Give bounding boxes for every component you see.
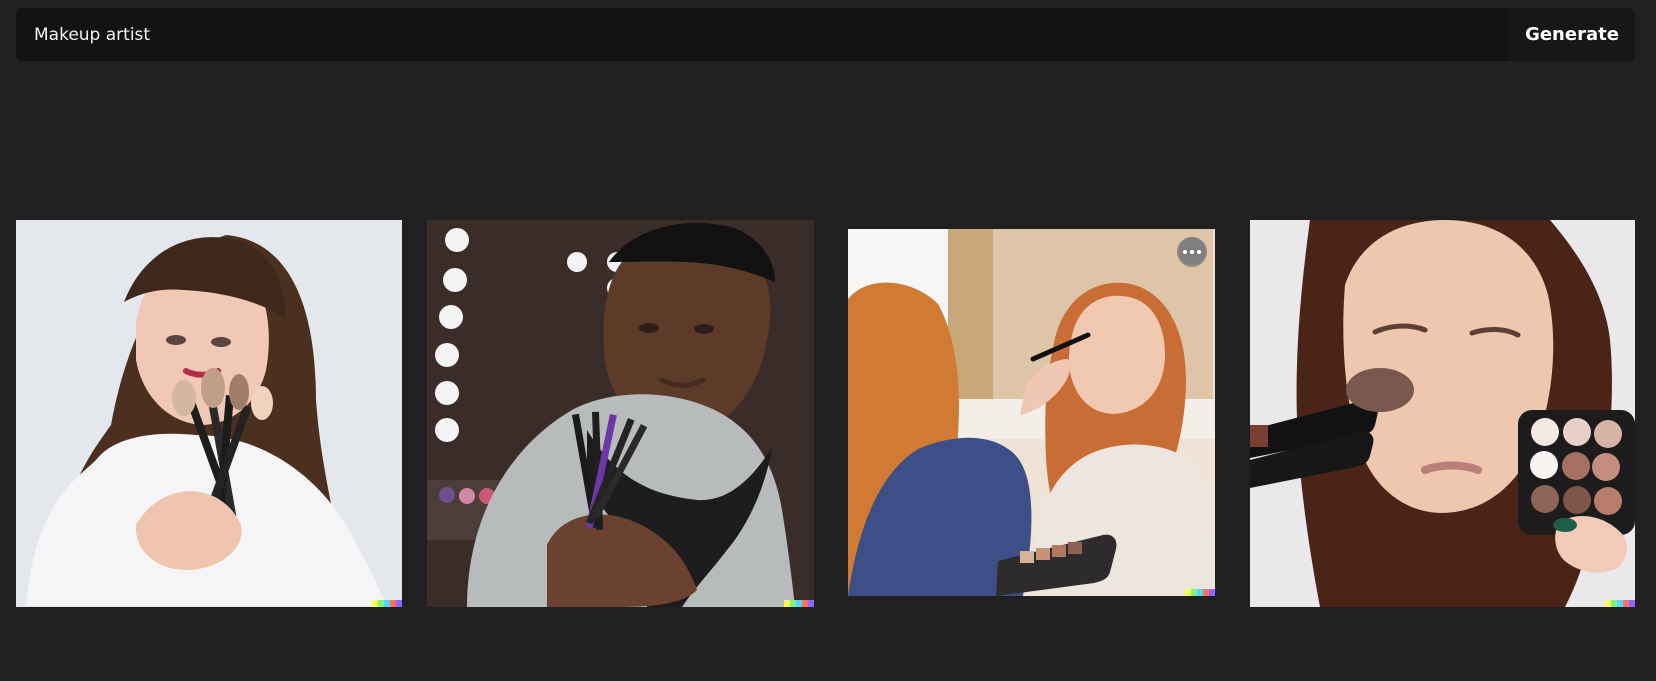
generated-image-1[interactable] [16,220,402,607]
signature-strip [1605,600,1635,607]
prompt-input[interactable]: Makeup artist [16,8,1509,61]
prompt-bar: Makeup artist Generate [16,8,1635,61]
generated-image-3-art [848,229,1215,596]
more-options-dot-2 [1190,250,1194,254]
signature-color-5 [808,600,814,607]
generated-image-3[interactable] [848,229,1215,596]
generated-image-1-art [16,220,402,607]
signature-color-5 [396,600,402,607]
image-gallery [16,220,1635,607]
signature-strip [784,600,814,607]
more-options-button[interactable] [1177,237,1207,267]
more-options-dot-3 [1197,250,1201,254]
signature-strip [372,600,402,607]
generated-image-4[interactable] [1250,220,1635,607]
signature-color-5 [1209,589,1215,596]
signature-color-5 [1629,600,1635,607]
generated-image-4-art [1250,220,1635,607]
generate-button[interactable]: Generate [1509,8,1635,61]
generated-image-2-art [427,220,814,607]
signature-strip [1185,589,1215,596]
more-options-dot-1 [1183,250,1187,254]
generated-image-2[interactable] [427,220,814,607]
